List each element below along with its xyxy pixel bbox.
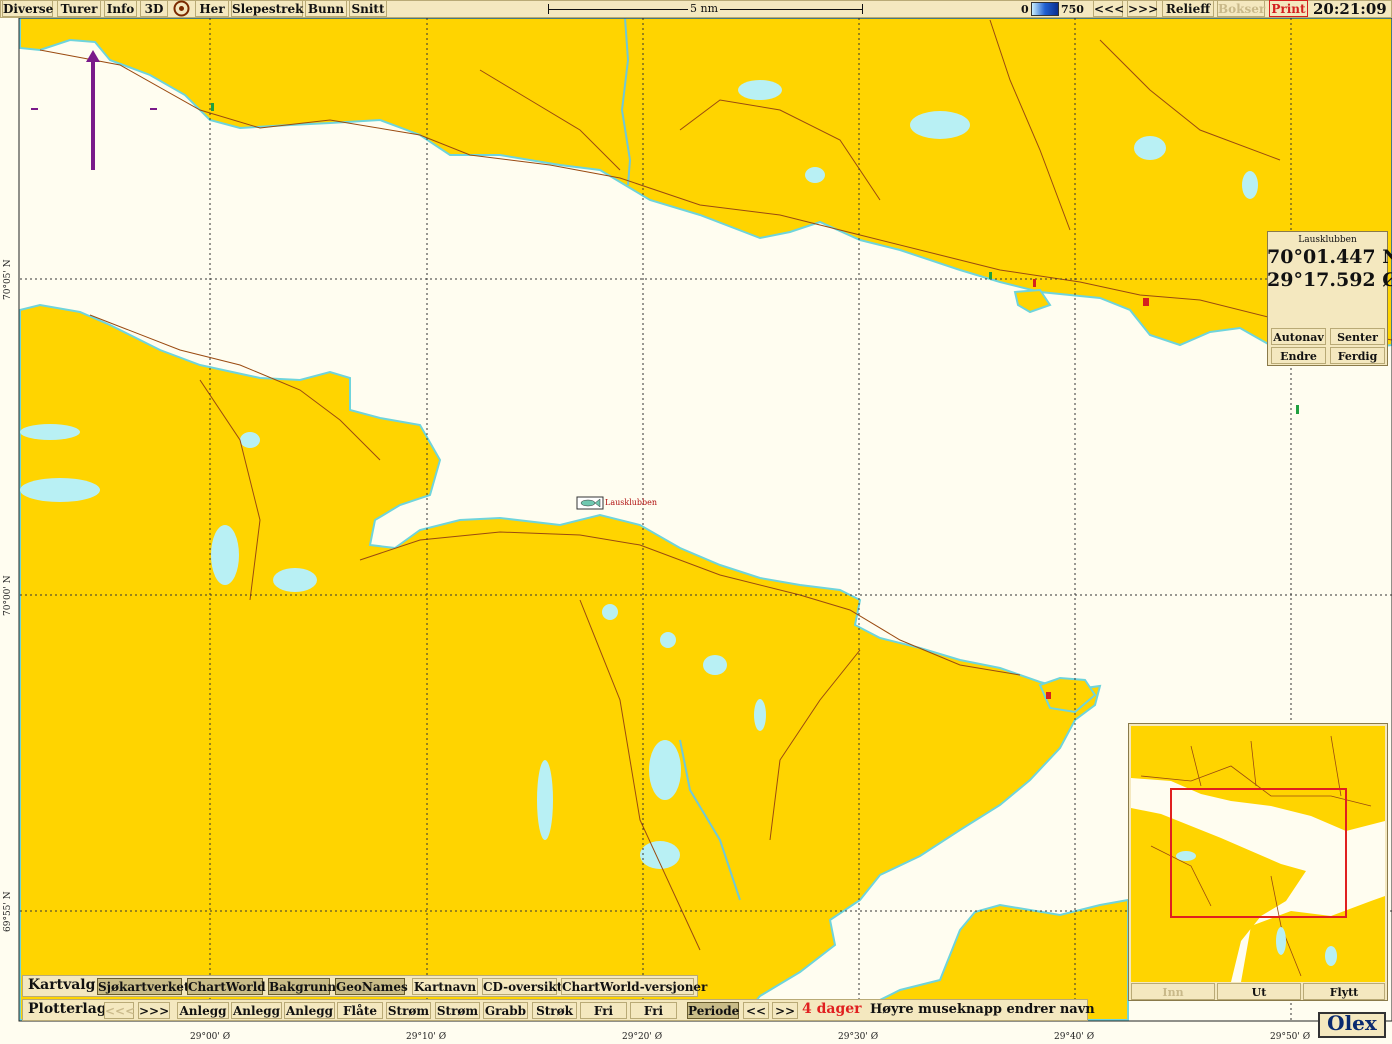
position-lon: 29°17.592 Ø — [1267, 269, 1392, 291]
next-button[interactable]: >>> — [1127, 0, 1158, 17]
plotterlag-strom-2[interactable]: Strøm — [435, 1002, 480, 1019]
clock: 20:21:09 — [1313, 0, 1387, 18]
periode-forward-button[interactable]: >> — [772, 1002, 798, 1019]
bokser-button[interactable]: Bokser — [1217, 0, 1265, 17]
overview-map[interactable] — [1131, 726, 1385, 982]
plotterlag-strok[interactable]: Strøk — [532, 1002, 577, 1019]
kartvalg-sjokartverket[interactable]: Sjøkartverket — [97, 978, 189, 995]
senter-button[interactable]: Senter — [1330, 328, 1385, 345]
kartvalg-kartnavn[interactable]: Kartnavn — [412, 978, 478, 995]
plotterlag-strom-1[interactable]: Strøm — [386, 1002, 431, 1019]
kartvalg-geonames[interactable]: GeoNames — [335, 978, 408, 995]
periode-button[interactable]: Periode — [687, 1002, 739, 1019]
plotterlag-fri-1[interactable]: Fri — [580, 1002, 627, 1019]
plotterlag-anlegg-3[interactable]: Anlegg — [284, 1002, 335, 1019]
lon-tick: 29°40' Ø — [1054, 1032, 1095, 1042]
overview-ut-button[interactable]: Ut — [1217, 983, 1301, 1000]
periode-back-button[interactable]: << — [743, 1002, 769, 1019]
plotterlag-fri-2[interactable]: Fri — [630, 1002, 677, 1019]
diverse-button[interactable]: Diverse — [2, 0, 53, 17]
plotterlag-flate[interactable]: Flåte — [337, 1002, 383, 1019]
rename-hint: Høyre museknapp endrer navn — [870, 1002, 1095, 1017]
kartvalg-title: Kartvalg — [28, 977, 96, 993]
kartvalg-chartworld[interactable]: ChartWorld — [187, 978, 266, 995]
lon-tick: 29°00' Ø — [190, 1032, 231, 1042]
lat-tick: 69°55' N — [3, 891, 13, 932]
lat-tick: 70°05' N — [3, 259, 13, 300]
target-icon[interactable] — [171, 0, 192, 17]
plotterlag-title: Plotterlag — [28, 1001, 107, 1017]
depth-gradient[interactable] — [1031, 2, 1059, 16]
olex-logo-text: Olex — [1327, 1011, 1377, 1035]
lon-tick: 29°30' Ø — [838, 1032, 879, 1042]
print-button[interactable]: Print — [1269, 0, 1308, 17]
lon-tick: 29°10' Ø — [406, 1032, 447, 1042]
periode-days: 4 dager — [802, 1001, 862, 1017]
bunn-button[interactable]: Bunn — [305, 0, 347, 17]
plotterlag-grabb[interactable]: Grabb — [483, 1002, 528, 1019]
snitt-button[interactable]: Snitt — [349, 0, 387, 17]
kartvalg-chartworld-versjoner[interactable]: ChartWorld-versjoner — [561, 978, 707, 995]
plotterlag-anlegg-1[interactable]: Anlegg — [177, 1002, 229, 1019]
prev-button[interactable]: <<< — [1093, 0, 1124, 17]
relieff-button[interactable]: Relieff — [1162, 0, 1214, 17]
kartvalg-cd-oversikt[interactable]: CD-oversikt — [482, 978, 562, 995]
autonav-button[interactable]: Autonav — [1271, 328, 1326, 345]
marker-label[interactable]: Lausklubben — [605, 498, 657, 507]
position-lat: 70°01.447 N — [1267, 246, 1392, 268]
scale-bar-right-cap — [862, 4, 863, 14]
overview-inn-button[interactable]: Inn — [1131, 983, 1215, 1000]
overview-flytt-button[interactable]: Flytt — [1303, 983, 1385, 1000]
plotterlag-prev-button[interactable]: <<< — [104, 1002, 135, 1019]
her-button[interactable]: Her — [195, 0, 229, 17]
turer-button[interactable]: Turer — [57, 0, 101, 17]
slepestrek-button[interactable]: Slepestrek — [231, 0, 303, 17]
ferdig-button[interactable]: Ferdig — [1330, 347, 1385, 364]
kartvalg-bakgrunn[interactable]: Bakgrunn — [268, 978, 336, 995]
lon-tick: 29°50' Ø — [1270, 1032, 1311, 1042]
position-name: Lausklubben — [1298, 235, 1357, 245]
depth-max-label: 750 — [1061, 3, 1084, 16]
endre-button[interactable]: Endre — [1271, 347, 1326, 364]
plotterlag-next-button[interactable]: >>> — [138, 1002, 170, 1019]
plotterlag-anlegg-2[interactable]: Anlegg — [231, 1002, 282, 1019]
lat-tick: 70°00' N — [3, 575, 13, 616]
info-button[interactable]: Info — [104, 0, 137, 17]
3d-button[interactable]: 3D — [140, 0, 168, 17]
fish-marker-icon — [576, 496, 604, 510]
depth-min-label: 0 — [1021, 3, 1029, 16]
scale-label: 5 nm — [688, 2, 721, 15]
lon-tick: 29°20' Ø — [622, 1032, 663, 1042]
scale-bar-left-cap — [548, 4, 549, 14]
